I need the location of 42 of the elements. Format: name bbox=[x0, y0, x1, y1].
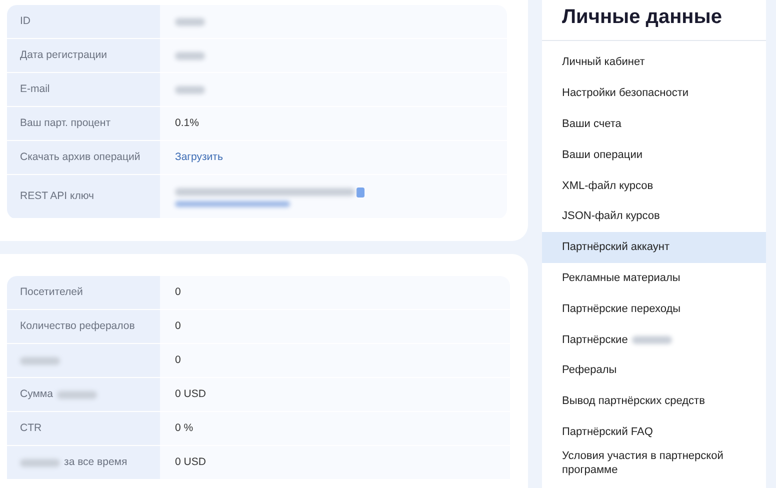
row-label: за все время bbox=[64, 454, 128, 470]
row-value: 0 bbox=[175, 284, 181, 300]
row-value: 0 bbox=[175, 352, 181, 368]
redacted-text bbox=[175, 52, 205, 60]
row-label: REST API ключ bbox=[20, 188, 94, 204]
sidebar-item[interactable]: Ваши операции bbox=[542, 139, 766, 170]
sidebar-item[interactable]: Личный кабинет bbox=[542, 47, 766, 78]
redacted-text bbox=[175, 18, 205, 26]
sidebar-item[interactable]: Рекламные материалы bbox=[542, 262, 766, 294]
redacted-text bbox=[20, 458, 60, 466]
redacted-text bbox=[175, 86, 205, 94]
row-label: E-mail bbox=[20, 82, 50, 97]
sidebar-item[interactable]: Партнёрский FAQ bbox=[542, 416, 766, 448]
redacted-text bbox=[57, 390, 97, 398]
download-link[interactable]: Загрузить bbox=[175, 150, 223, 166]
sidebar-item[interactable]: JSON-файл курсов bbox=[542, 200, 766, 232]
sidebar-item[interactable]: Ваши счета bbox=[542, 108, 766, 140]
row-label: Количество рефералов bbox=[20, 318, 135, 334]
sidebar-item[interactable]: Рефералы bbox=[542, 354, 766, 386]
sidebar-item[interactable]: Вывод партнёрских средств bbox=[542, 386, 766, 417]
row-value: 0 USD bbox=[175, 454, 206, 470]
redacted-text bbox=[20, 356, 60, 364]
redacted-text bbox=[632, 336, 672, 344]
sidebar-title: Личные данные bbox=[542, 0, 766, 41]
row-value: 0 % bbox=[175, 420, 194, 436]
row-label: Скачать архив операций bbox=[20, 150, 140, 165]
sidebar-item[interactable]: Условия участия в партнерской программе bbox=[542, 447, 766, 478]
row-value: 0 USD bbox=[175, 386, 206, 402]
row-label: Ваш парт. процент bbox=[20, 116, 111, 131]
sidebar-item[interactable]: Партнёрский аккаунт bbox=[542, 232, 766, 263]
row-label: ID bbox=[20, 14, 30, 29]
sidebar-item[interactable]: Настройки безопасности bbox=[542, 78, 766, 109]
copy-icon[interactable] bbox=[356, 186, 365, 198]
sidebar-item[interactable]: Партнёрские bbox=[542, 324, 766, 355]
sidebar-item[interactable]: Партнёрские переходы bbox=[542, 293, 766, 324]
row-value: 0 bbox=[175, 318, 181, 334]
row-label: CTR bbox=[20, 420, 42, 436]
row-label: Сумма bbox=[20, 386, 53, 402]
row-value: 0.1% bbox=[175, 116, 199, 131]
row-label: Посетителей bbox=[20, 284, 83, 300]
sidebar-item[interactable]: XML-файл курсов bbox=[542, 170, 766, 201]
row-label: Дата регистрации bbox=[20, 48, 108, 63]
